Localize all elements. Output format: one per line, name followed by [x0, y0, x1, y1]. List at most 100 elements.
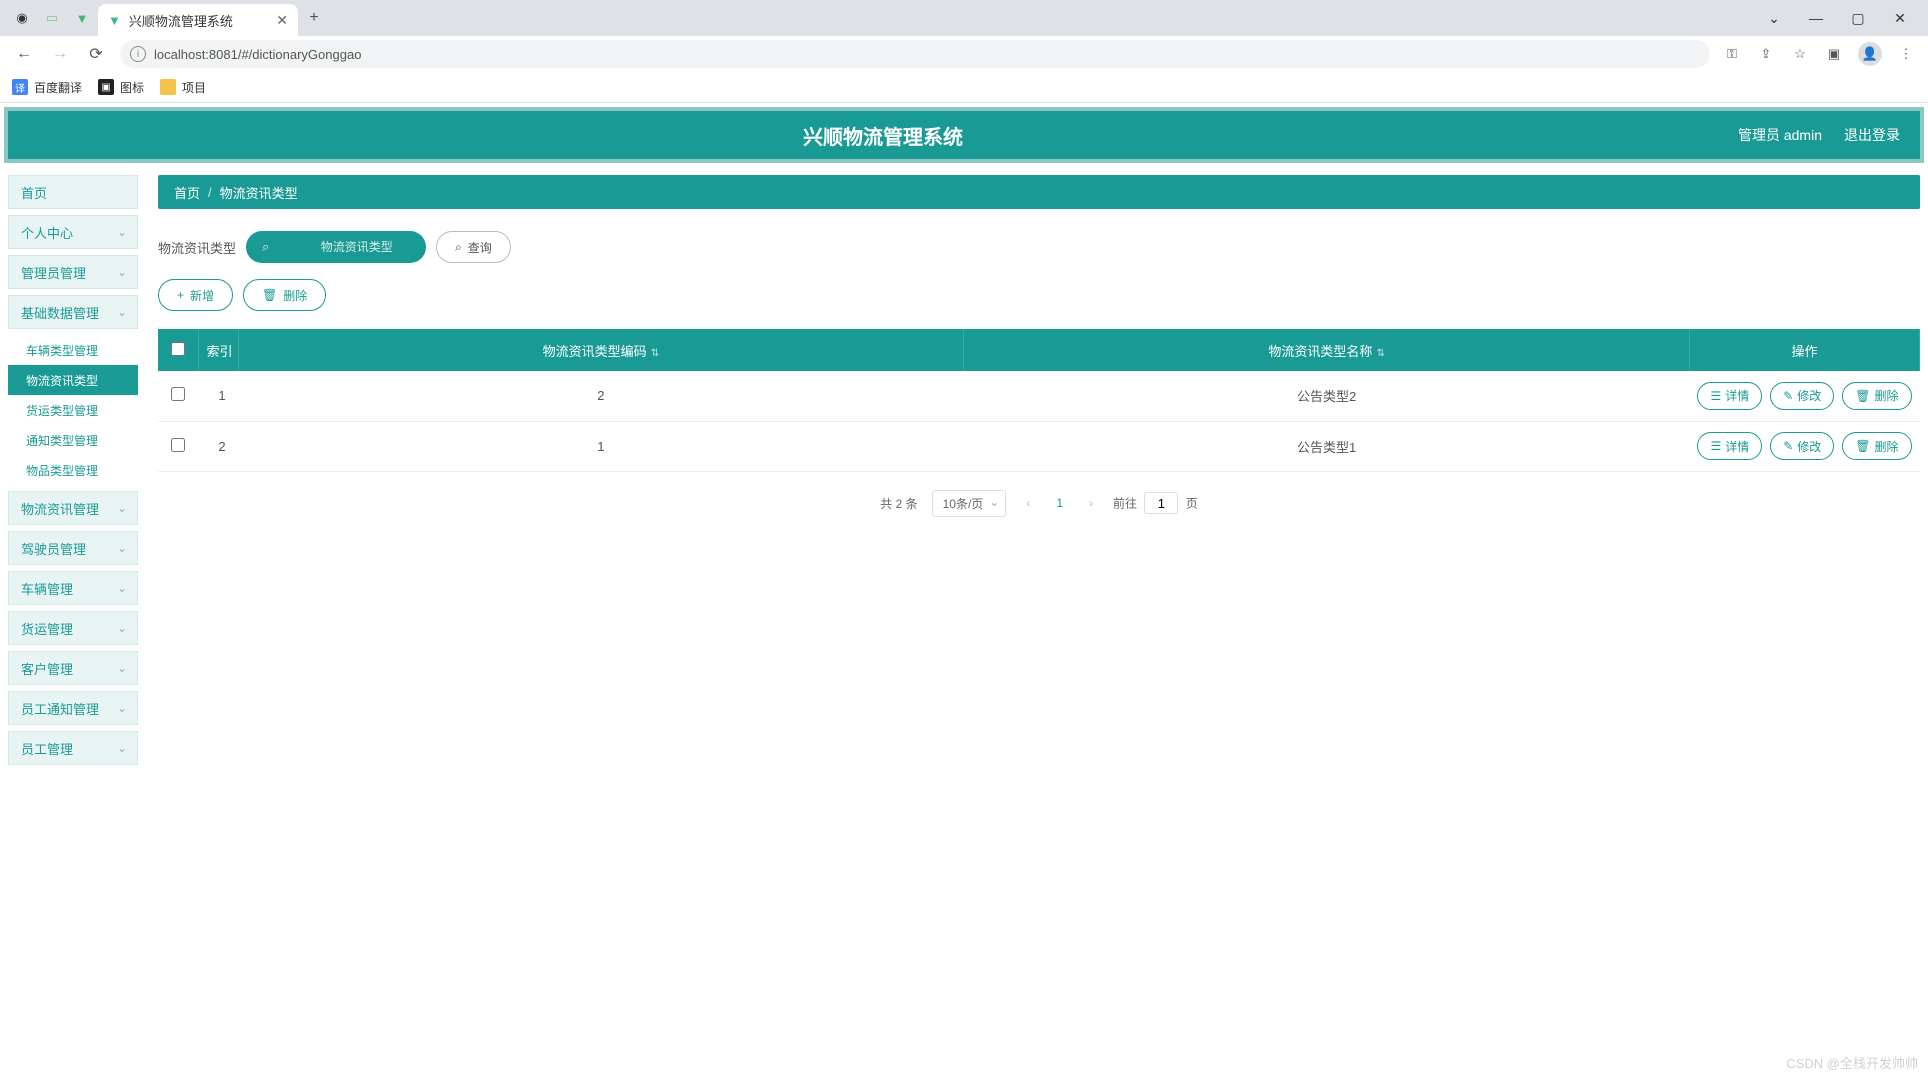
col-actions: 操作	[1690, 329, 1920, 371]
trash-icon: 🗑	[1855, 389, 1870, 403]
row-actions: ☰详情 ✎修改 🗑删除	[1690, 382, 1920, 410]
edit-button[interactable]: ✎修改	[1770, 432, 1834, 460]
breadcrumb-home[interactable]: 首页	[174, 183, 200, 202]
icon-icon: ▣	[98, 79, 114, 95]
cell-name: 公告类型2	[964, 371, 1690, 421]
filter-input-wrapper: ⌕	[246, 231, 426, 263]
sidebar-item-staff-notice[interactable]: 员工通知管理	[8, 691, 138, 725]
search-icon: ⌕	[262, 239, 269, 255]
app-title: 兴顺物流管理系统	[28, 121, 1738, 150]
goto-suffix: 页	[1186, 497, 1198, 511]
toolbar-right: ⚿ ⇪ ☆ ▣ 👤 ⋮	[1722, 42, 1916, 66]
site-info-icon[interactable]: i	[130, 46, 146, 62]
browser-chrome: ◉ ▭ ▼ ▼ 兴顺物流管理系统 ✕ + ⌄ ― ▢ ✕ ← → ⟳ i loc…	[0, 0, 1928, 103]
breadcrumb: 首页 / 物流资讯类型	[158, 175, 1920, 209]
total-count: 共 2 条	[880, 495, 917, 512]
close-icon[interactable]: ✕	[276, 12, 288, 29]
sidebar-item-personal[interactable]: 个人中心	[8, 215, 138, 249]
tab-app-icon[interactable]: ▭	[38, 4, 66, 32]
detail-button[interactable]: ☰详情	[1697, 432, 1762, 460]
bookmark-icons[interactable]: ▣ 图标	[98, 79, 144, 96]
delete-button[interactable]: 🗑 删除	[243, 279, 326, 311]
current-user-label[interactable]: 管理员 admin	[1738, 125, 1822, 145]
bookmark-project[interactable]: 项目	[160, 79, 206, 96]
reload-button[interactable]: ⟳	[84, 42, 108, 66]
tab-vue-icon[interactable]: ▼	[68, 4, 96, 32]
current-page[interactable]: 1	[1050, 496, 1069, 510]
del-label: 删除	[1875, 438, 1899, 455]
bookmark-label: 图标	[120, 79, 144, 96]
sidebar-item-admin[interactable]: 管理员管理	[8, 255, 138, 289]
col-name[interactable]: 物流资讯类型名称⇅	[964, 329, 1690, 371]
sidebar-item-basedata[interactable]: 基础数据管理	[8, 295, 138, 329]
logout-link[interactable]: 退出登录	[1844, 125, 1900, 145]
table-header-row: 索引 物流资讯类型编码⇅ 物流资讯类型名称⇅ 操作	[158, 329, 1920, 371]
page-size-select[interactable]: 10条/页	[932, 490, 1007, 517]
sidebar-item-freight[interactable]: 货运管理	[8, 611, 138, 645]
cell-code: 2	[238, 371, 964, 421]
row-actions: ☰详情 ✎修改 🗑删除	[1690, 432, 1920, 460]
url-text: localhost:8081/#/dictionaryGonggao	[154, 47, 361, 62]
sidebar-item-label: 物流资讯管理	[21, 499, 99, 518]
vue-icon: ▼	[108, 13, 121, 28]
sub-item-freight-type[interactable]: 货运类型管理	[8, 395, 138, 425]
select-all-checkbox[interactable]	[171, 342, 185, 356]
bookmark-baidu-translate[interactable]: 译 百度翻译	[12, 79, 82, 96]
window-close-icon[interactable]: ✕	[1880, 4, 1920, 32]
prev-page-button[interactable]: ‹	[1020, 496, 1036, 510]
sub-item-logistics-news-type[interactable]: 物流资讯类型	[8, 365, 138, 395]
menu-icon[interactable]: ⋮	[1896, 44, 1916, 64]
window-dropdown-icon[interactable]: ⌄	[1754, 4, 1794, 32]
key-icon[interactable]: ⚿	[1722, 44, 1742, 64]
row-checkbox[interactable]	[171, 438, 185, 452]
row-delete-button[interactable]: 🗑删除	[1842, 432, 1911, 460]
add-tab-button[interactable]: +	[300, 4, 328, 32]
sidebar-item-driver[interactable]: 驾驶员管理	[8, 531, 138, 565]
query-button[interactable]: ⌕ 查询	[436, 231, 511, 263]
tab-globe-icon[interactable]: ◉	[8, 4, 36, 32]
search-icon: ⌕	[455, 240, 462, 255]
bookmark-label: 项目	[182, 79, 206, 96]
sub-item-notice-type[interactable]: 通知类型管理	[8, 425, 138, 455]
sort-icon: ⇅	[651, 348, 659, 359]
page-jump: 前往 页	[1113, 492, 1198, 514]
sub-item-vehicle-type[interactable]: 车辆类型管理	[8, 335, 138, 365]
sidebar-item-staff[interactable]: 员工管理	[8, 731, 138, 765]
address-bar: ← → ⟳ i localhost:8081/#/dictionaryGongg…	[0, 36, 1928, 72]
app-body: 首页 个人中心 管理员管理 基础数据管理 车辆类型管理 物流资讯类型 货运类型管…	[0, 167, 1928, 773]
window-minimize-icon[interactable]: ―	[1796, 4, 1836, 32]
forward-button[interactable]: →	[48, 42, 72, 66]
share-icon[interactable]: ⇪	[1756, 44, 1776, 64]
add-button-label: 新增	[190, 287, 214, 304]
col-code-label: 物流资讯类型编码	[543, 344, 647, 359]
sidebar-item-label: 管理员管理	[21, 263, 86, 282]
filter-label: 物流资讯类型	[158, 238, 236, 257]
sub-item-goods-type[interactable]: 物品类型管理	[8, 455, 138, 485]
row-checkbox[interactable]	[171, 387, 185, 401]
sidebar-item-logistics-news[interactable]: 物流资讯管理	[8, 491, 138, 525]
sidebar-item-label: 驾驶员管理	[21, 539, 86, 558]
profile-avatar[interactable]: 👤	[1858, 42, 1882, 66]
row-delete-button[interactable]: 🗑删除	[1842, 382, 1911, 410]
extensions-icon[interactable]: ▣	[1824, 44, 1844, 64]
bookmark-star-icon[interactable]: ☆	[1790, 44, 1810, 64]
next-page-button[interactable]: ›	[1083, 496, 1099, 510]
watermark: CSDN @全栈开发帅帅	[1786, 1053, 1918, 1072]
app-root: 兴顺物流管理系统 管理员 admin 退出登录 首页 个人中心 管理员管理 基础…	[0, 107, 1928, 773]
plus-icon: +	[177, 288, 184, 302]
browser-tab-active[interactable]: ▼ 兴顺物流管理系统 ✕	[98, 4, 298, 36]
detail-button[interactable]: ☰详情	[1697, 382, 1762, 410]
sidebar-home[interactable]: 首页	[8, 175, 138, 209]
col-code[interactable]: 物流资讯类型编码 ⇅	[238, 329, 964, 371]
trash-icon: 🗑	[262, 288, 277, 302]
sidebar-item-label: 个人中心	[21, 223, 73, 242]
sidebar-item-vehicle[interactable]: 车辆管理	[8, 571, 138, 605]
url-input[interactable]: i localhost:8081/#/dictionaryGonggao	[120, 40, 1710, 68]
back-button[interactable]: ←	[12, 42, 36, 66]
sidebar-item-customer[interactable]: 客户管理	[8, 651, 138, 685]
add-button[interactable]: + 新增	[158, 279, 233, 311]
window-maximize-icon[interactable]: ▢	[1838, 4, 1878, 32]
edit-button[interactable]: ✎修改	[1770, 382, 1834, 410]
goto-page-input[interactable]	[1144, 492, 1178, 514]
filter-input[interactable]	[279, 240, 434, 254]
